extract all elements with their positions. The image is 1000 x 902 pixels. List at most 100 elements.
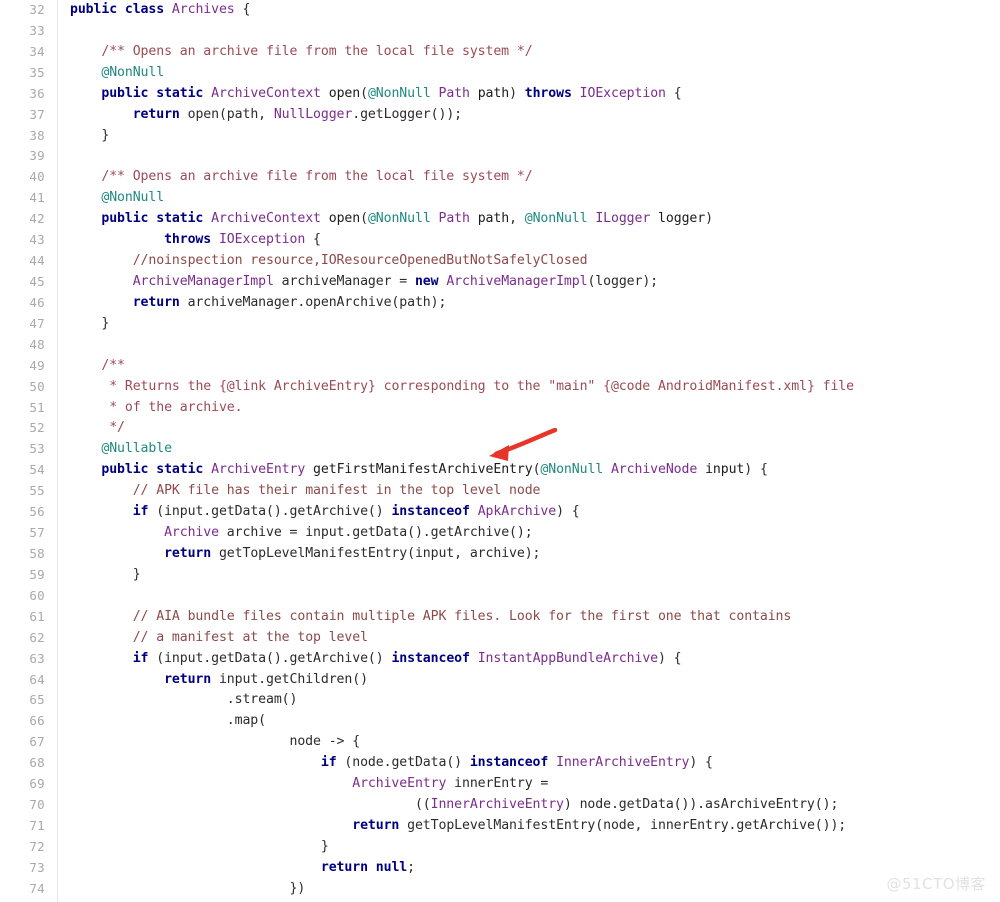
code-line[interactable]: @NonNull — [70, 188, 1000, 209]
code-token-plain: ( — [360, 85, 368, 101]
code-token-plain: } — [70, 838, 329, 854]
line-number: 52 — [29, 420, 45, 436]
code-token-kw: throws — [524, 85, 572, 101]
code-token-plain: { — [234, 2, 251, 17]
code-line[interactable]: return open(path, NullLogger.getLogger()… — [70, 105, 1000, 126]
code-line[interactable]: }) — [70, 879, 1000, 900]
code-line[interactable]: Archive archive = input.getData().getArc… — [70, 523, 1000, 544]
code-token-plain: { — [305, 232, 321, 248]
code-line[interactable]: if (input.getData().getArchive() instanc… — [70, 649, 1000, 670]
code-line[interactable]: } — [70, 126, 1000, 147]
code-token-mth: path — [477, 211, 510, 227]
code-line[interactable] — [70, 586, 1000, 607]
code-token-type: InstantAppBundleArchive — [477, 650, 658, 666]
line-number: 58 — [29, 545, 45, 561]
code-token-mth: logger — [658, 211, 706, 227]
code-line[interactable] — [70, 146, 1000, 167]
code-line[interactable]: if (input.getData().getArchive() instanc… — [70, 502, 1000, 523]
code-line[interactable]: return getTopLevelManifestEntry(node, in… — [70, 816, 1000, 837]
code-token-doc: */ — [109, 420, 125, 436]
code-token-anno: @NonNull — [101, 190, 165, 206]
code-line[interactable] — [70, 335, 1000, 356]
line-number: 53 — [29, 441, 45, 457]
code-token-kw: public class — [70, 2, 172, 17]
code-line[interactable]: ((InnerArchiveEntry) node.getData()).asA… — [70, 795, 1000, 816]
code-line[interactable]: /** Opens an archive file from the local… — [70, 42, 1000, 63]
code-line[interactable]: .map( — [70, 711, 1000, 732]
line-number: 42 — [29, 211, 45, 227]
code-line[interactable]: public class Archives { — [70, 0, 1000, 21]
code-line[interactable]: } — [70, 314, 1000, 335]
line-number: 73 — [29, 859, 45, 875]
code-line[interactable]: ArchiveEntry innerEntry = — [70, 774, 1000, 795]
code-token-plain: ) — [705, 211, 713, 227]
code-line[interactable]: public static ArchiveContext open(@NonNu… — [70, 209, 1000, 230]
code-line[interactable]: return null; — [70, 858, 1000, 879]
code-content-area[interactable]: public class Archives { /** Opens an arc… — [58, 0, 1000, 902]
code-line[interactable]: /** — [70, 356, 1000, 377]
code-token-mth: open — [328, 211, 361, 227]
code-line[interactable]: public static ArchiveEntry getFirstManif… — [70, 460, 1000, 481]
code-line[interactable]: */ — [70, 418, 1000, 439]
code-line[interactable]: /** Opens an archive file from the local… — [70, 167, 1000, 188]
code-line[interactable]: * of the archive. — [70, 398, 1000, 419]
code-line[interactable]: } — [70, 565, 1000, 586]
code-token-type: IOException — [218, 232, 306, 248]
code-line[interactable]: .stream() — [70, 690, 1000, 711]
code-token-type: ArchiveManagerImpl — [132, 273, 274, 289]
code-token-type: Archives — [171, 2, 235, 17]
line-number: 46 — [29, 294, 45, 310]
code-line[interactable]: //noinspection resource,IOResourceOpened… — [70, 251, 1000, 272]
code-token-plain: ) node.getData()).asArchiveEntry(); — [563, 797, 839, 813]
code-token-kw: return — [132, 106, 180, 122]
code-line[interactable]: return getTopLevelManifestEntry(input, a… — [70, 544, 1000, 565]
code-line[interactable]: // a manifest at the top level — [70, 628, 1000, 649]
line-number: 66 — [29, 713, 45, 729]
code-line[interactable]: * Returns the {@link ArchiveEntry} corre… — [70, 377, 1000, 398]
code-line[interactable]: return input.getChildren() — [70, 670, 1000, 691]
code-token-anno: @NonNull — [101, 64, 165, 80]
line-number: 71 — [29, 817, 45, 833]
code-token-cmt: //noinspection resource,IOResourceOpened… — [132, 253, 588, 269]
code-token-type: ArchiveNode — [610, 462, 698, 478]
code-line[interactable]: // AIA bundle files contain multiple APK… — [70, 607, 1000, 628]
code-line[interactable]: throws IOException { — [70, 230, 1000, 251]
code-token-doctag: ArchiveEntry — [273, 378, 368, 394]
code-line[interactable]: // APK file has their manifest in the to… — [70, 481, 1000, 502]
code-token-kw: if — [132, 650, 149, 666]
code-line[interactable]: public static ArchiveContext open(@NonNu… — [70, 84, 1000, 105]
code-line[interactable]: return archiveManager.openArchive(path); — [70, 293, 1000, 314]
code-line[interactable]: if (node.getData() instanceof InnerArchi… — [70, 753, 1000, 774]
code-token-mth: open — [328, 85, 361, 101]
code-line[interactable]: node -> { — [70, 732, 1000, 753]
code-line[interactable]: ArchiveManagerImpl archiveManager = new … — [70, 272, 1000, 293]
line-number: 55 — [29, 483, 45, 499]
code-line[interactable]: @NonNull — [70, 63, 1000, 84]
code-token-type: IOException — [579, 85, 666, 101]
code-line[interactable]: } — [70, 837, 1000, 858]
code-token-type: NullLogger — [273, 106, 353, 122]
code-line[interactable]: @Nullable — [70, 439, 1000, 460]
code-token-type: ILogger — [595, 211, 651, 227]
code-token-kw: return — [352, 817, 400, 833]
code-token-plain: getTopLevelManifestEntry(input, archive)… — [211, 545, 541, 561]
line-number: 36 — [29, 85, 45, 101]
line-number: 68 — [29, 755, 45, 771]
code-token-anno: @NonNull — [367, 85, 431, 101]
line-number: 64 — [29, 671, 45, 687]
code-viewer[interactable]: 32 33 34 35 36 37 38 39 40 41 42 43 44 45 46 47 48 49 50 51… — [0, 0, 1000, 902]
line-number: 48 — [29, 336, 45, 352]
code-line[interactable] — [70, 21, 1000, 42]
code-token-plain: ( — [360, 211, 368, 227]
